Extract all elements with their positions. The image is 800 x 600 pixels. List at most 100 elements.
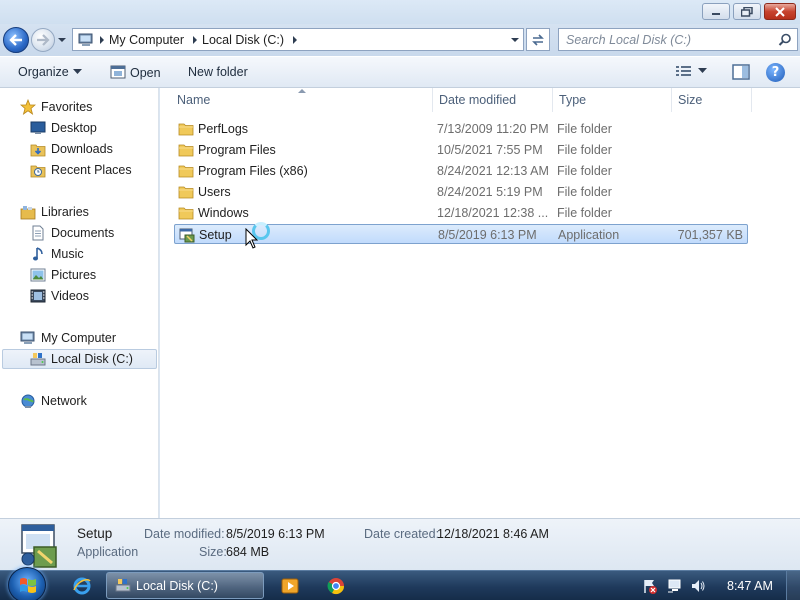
file-type: File folder [557, 206, 612, 220]
nav-pictures-label: Pictures [51, 268, 97, 282]
nav-pictures[interactable]: Pictures [30, 267, 96, 283]
preview-pane-icon[interactable] [732, 64, 750, 80]
forward-button[interactable] [31, 28, 55, 52]
close-icon [775, 6, 785, 17]
change-view-button[interactable] [676, 65, 707, 77]
file-list: Name Date modified Type Size PerfLogs 7/… [160, 88, 800, 518]
action-center-flag-icon[interactable] [642, 578, 658, 594]
refresh-button[interactable] [526, 28, 550, 51]
local-disk-icon [30, 351, 46, 367]
column-type-label: Type [559, 93, 587, 107]
taskbar-explorer-window[interactable]: Local Disk (C:) [106, 572, 264, 599]
nav-libraries[interactable]: Libraries [20, 204, 89, 220]
breadcrumb-arrow-icon[interactable] [95, 33, 109, 47]
breadcrumb-arrow-icon[interactable] [288, 33, 302, 47]
details-date-modified-value: 8/5/2019 6:13 PM [226, 527, 325, 541]
nav-favorites[interactable]: Favorites [20, 99, 92, 115]
computer-icon [20, 330, 36, 346]
nav-music-label: Music [51, 247, 84, 261]
chrome-icon [327, 578, 345, 595]
desktop-icon [30, 120, 46, 136]
column-header-date-modified[interactable]: Date modified [433, 88, 553, 112]
windows-logo-icon [20, 578, 36, 593]
taskbar-chrome[interactable] [324, 573, 348, 599]
nav-music[interactable]: Music [30, 246, 84, 262]
file-type: File folder [557, 164, 612, 178]
nav-downloads-label: Downloads [51, 142, 113, 156]
details-file-name: Setup [77, 526, 113, 541]
maximize-button[interactable] [733, 3, 761, 20]
file-row[interactable]: PerfLogs 7/13/2009 11:20 PM File folder [174, 119, 748, 139]
file-row[interactable]: Windows 12/18/2021 12:38 ... File folder [174, 203, 748, 223]
taskbar-media-player[interactable] [278, 573, 302, 599]
file-row[interactable]: Program Files 10/5/2021 7:55 PM File fol… [174, 140, 748, 160]
open-button[interactable]: Open [110, 65, 161, 80]
file-date: 8/24/2021 5:19 PM [437, 185, 543, 199]
help-icon[interactable]: ? [766, 63, 785, 82]
command-bar: Organize Open New folder ? [0, 56, 800, 88]
back-button[interactable] [3, 27, 29, 53]
file-row[interactable]: Program Files (x86) 8/24/2021 12:13 AM F… [174, 161, 748, 181]
nav-my-computer-label: My Computer [41, 331, 117, 345]
pictures-icon [30, 267, 46, 283]
back-arrow-icon [9, 34, 22, 46]
nav-recent-places-label: Recent Places [51, 163, 132, 177]
breadcrumb-my-computer[interactable]: My Computer [109, 33, 184, 47]
nav-downloads[interactable]: Downloads [30, 141, 113, 157]
star-icon [20, 99, 36, 115]
minimize-button[interactable] [702, 3, 730, 20]
network-icon [20, 393, 36, 409]
nav-desktop[interactable]: Desktop [30, 120, 97, 136]
new-folder-label: New folder [188, 65, 248, 79]
details-size-value: 684 MB [226, 545, 270, 559]
search-icon[interactable] [778, 33, 792, 47]
column-size-label: Size [678, 93, 703, 107]
breadcrumb: My Computer Local Disk (C:) [95, 33, 302, 47]
computer-icon [78, 33, 93, 46]
file-date: 8/24/2021 12:13 AM [437, 164, 549, 178]
recent-pages-dropdown-icon[interactable] [57, 35, 67, 45]
nav-videos[interactable]: Videos [30, 288, 89, 304]
internet-explorer-icon [73, 577, 91, 595]
folder-icon [178, 144, 194, 157]
search-box[interactable] [558, 28, 798, 51]
file-name: Program Files (x86) [198, 164, 308, 178]
column-header-type[interactable]: Type [553, 88, 672, 112]
recent-places-icon [30, 162, 46, 178]
file-name: PerfLogs [198, 122, 249, 136]
videos-icon [30, 288, 46, 304]
search-input[interactable] [559, 29, 769, 50]
nav-documents[interactable]: Documents [30, 225, 114, 241]
new-folder-button[interactable]: New folder [188, 65, 248, 79]
folder-icon [178, 186, 194, 199]
address-bar[interactable]: My Computer Local Disk (C:) [72, 28, 524, 51]
nav-recent-places[interactable]: Recent Places [30, 162, 132, 178]
organize-button[interactable]: Organize [18, 65, 82, 79]
file-row[interactable]: Users 8/24/2021 5:19 PM File folder [174, 182, 748, 202]
music-icon [30, 246, 46, 262]
details-view-icon [676, 66, 691, 76]
chevron-down-icon [698, 68, 707, 73]
breadcrumb-local-disk[interactable]: Local Disk (C:) [202, 33, 284, 47]
nav-local-disk[interactable]: Local Disk (C:) [30, 351, 133, 367]
file-type: File folder [557, 185, 612, 199]
breadcrumb-arrow-icon[interactable] [188, 33, 202, 47]
taskbar-clock[interactable]: 8:47 AM [727, 579, 773, 593]
nav-network[interactable]: Network [20, 393, 87, 409]
show-desktop-button[interactable] [786, 571, 800, 600]
start-button[interactable] [8, 567, 46, 600]
nav-my-computer[interactable]: My Computer [20, 330, 116, 346]
setup-app-icon [179, 228, 195, 243]
file-name: Windows [198, 206, 249, 220]
network-status-icon[interactable] [667, 578, 683, 594]
address-history-dropdown-icon[interactable] [510, 36, 520, 44]
taskbar-internet-explorer[interactable] [70, 573, 94, 599]
volume-icon[interactable] [690, 578, 706, 594]
close-button[interactable] [764, 3, 796, 20]
downloads-folder-icon [30, 141, 46, 157]
nav-libraries-label: Libraries [41, 205, 89, 219]
restore-icon [741, 6, 753, 17]
forward-arrow-icon [37, 34, 50, 46]
address-row: My Computer Local Disk (C:) [0, 24, 800, 56]
column-header-size[interactable]: Size [672, 88, 752, 112]
